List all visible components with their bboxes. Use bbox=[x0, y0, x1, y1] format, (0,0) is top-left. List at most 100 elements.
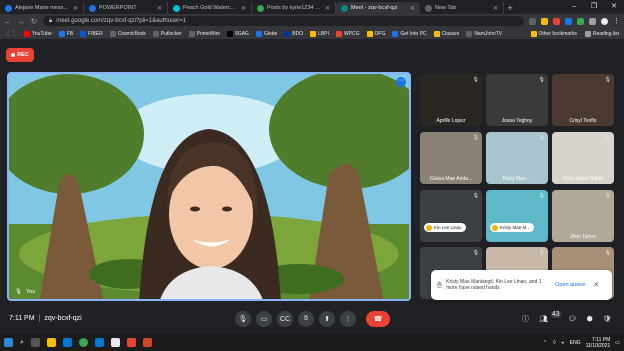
bookmark-item[interactable]: YouTube bbox=[24, 30, 52, 37]
blue-extension-icon[interactable] bbox=[565, 17, 572, 25]
tab-close-icon[interactable]: ✕ bbox=[325, 5, 330, 12]
camera-extension-icon[interactable] bbox=[529, 17, 536, 25]
browser-tab[interactable]: POWERPOINT ✕ bbox=[84, 2, 168, 14]
present-button[interactable]: ⬆ bbox=[319, 311, 335, 327]
more-options-button[interactable]: ⋮ bbox=[340, 311, 356, 327]
bookmark-item[interactable]: LBPI bbox=[310, 30, 329, 37]
meeting-time: 7:11 PM bbox=[9, 315, 35, 322]
apps-icon[interactable]: ⋮⋮ bbox=[5, 30, 17, 37]
participant-tile[interactable]: 🎙︎ Kin Lee Linao bbox=[420, 190, 482, 242]
participant-tile[interactable]: 🎙︎ Josua Teghoy bbox=[486, 74, 548, 126]
bookmark-item[interactable]: OFG bbox=[366, 30, 385, 37]
browser-tab[interactable]: New Tab ✕ bbox=[420, 2, 504, 14]
close-window-button[interactable]: ✕ bbox=[604, 0, 624, 14]
acrobat-icon[interactable] bbox=[126, 338, 136, 347]
avatar bbox=[426, 224, 432, 231]
reload-icon[interactable]: ↻ bbox=[30, 17, 38, 26]
muted-mic-icon: 🎙︎ bbox=[538, 250, 545, 256]
bookmark-item[interactable]: 9GAG bbox=[227, 30, 249, 37]
tab-close-icon[interactable]: ✕ bbox=[241, 5, 246, 12]
bookmark-favicon-icon bbox=[284, 30, 291, 37]
bookmark-item[interactable]: Putlocker bbox=[152, 30, 182, 37]
more-options-icon[interactable]: ⋯ bbox=[396, 77, 406, 87]
leave-call-button[interactable]: ☎ bbox=[366, 311, 390, 327]
browser-tab[interactable]: Alejane Marie messaged Y✕ bbox=[0, 2, 84, 14]
participant-tile[interactable]: 🎙︎ Crisyl Teoflo bbox=[552, 74, 614, 126]
minimize-button[interactable]: – bbox=[564, 0, 584, 14]
info-icon[interactable]: ⓘ bbox=[522, 314, 529, 324]
tab-close-icon[interactable]: ✕ bbox=[410, 5, 415, 12]
microphone-button[interactable]: 🎙︎ bbox=[235, 311, 251, 327]
restore-button[interactable]: ❐ bbox=[584, 0, 604, 14]
windows-start-icon[interactable] bbox=[4, 338, 13, 347]
chat-icon[interactable]: 💬︎ bbox=[568, 315, 577, 323]
close-icon[interactable]: ✕ bbox=[593, 281, 599, 289]
edge-icon[interactable] bbox=[62, 338, 72, 347]
activities-icon[interactable]: ⬢ bbox=[587, 315, 593, 323]
volume-icon[interactable]: 🔈︎ bbox=[562, 340, 565, 346]
tab-close-icon[interactable]: ✕ bbox=[73, 5, 78, 12]
muted-mic-icon: 🎙︎ bbox=[472, 250, 479, 256]
captions-button[interactable]: CC bbox=[277, 311, 293, 327]
tab-title: New Tab bbox=[435, 5, 457, 11]
bookmark-item[interactable]: CosmicBook bbox=[109, 30, 146, 37]
camera-button[interactable]: ▭ bbox=[256, 311, 272, 327]
main-video[interactable]: ⋯ 🎙︎ You bbox=[7, 72, 411, 301]
bookmark-item[interactable]: PrimeWire bbox=[188, 30, 220, 37]
profile-avatar[interactable] bbox=[601, 17, 608, 25]
rec-label: REC bbox=[17, 52, 29, 58]
reading-list[interactable]: Reading list bbox=[584, 30, 619, 37]
language-indicator[interactable]: ENG bbox=[570, 340, 581, 346]
kebab-menu-icon[interactable]: ⋮ bbox=[613, 17, 620, 25]
browser-tab[interactable]: Meet - zqv-bcxf-qzi ✕ bbox=[336, 2, 420, 14]
bookmark-item[interactable]: FB bbox=[58, 30, 73, 37]
participant-tile[interactable]: 🎙︎ Ruby Mae ... bbox=[486, 132, 548, 184]
tab-title: Alejane Marie messaged Y bbox=[15, 5, 70, 11]
back-arrow-icon[interactable]: ← bbox=[4, 17, 12, 26]
participant-tile[interactable]: 🎙︎ Kristy Mae M... bbox=[486, 190, 548, 242]
mic-icon: 🎙︎ bbox=[15, 289, 22, 295]
file-explorer-icon[interactable] bbox=[46, 338, 56, 347]
raise-hand-button[interactable]: ✋︎ bbox=[298, 311, 314, 327]
forward-arrow-icon[interactable]: → bbox=[17, 17, 25, 26]
host-controls-icon[interactable]: 🛡︎ bbox=[603, 315, 612, 323]
new-tab-button[interactable]: + bbox=[504, 2, 516, 14]
store-icon[interactable] bbox=[94, 338, 104, 347]
bookmark-item[interactable]: BDO bbox=[284, 30, 303, 37]
bookmark-item[interactable]: Get Into PC bbox=[392, 30, 427, 37]
participant-name: Glaisa Mae Anda... bbox=[429, 176, 473, 182]
bookmark-item[interactable]: Classes bbox=[433, 30, 459, 37]
clock[interactable]: 7:11 PM 11/10/2021 bbox=[586, 337, 611, 349]
tab-close-icon[interactable]: ✕ bbox=[157, 5, 162, 12]
participant-tile[interactable]: 🎙︎ Aprille Lopez bbox=[420, 74, 482, 126]
other-bookmarks[interactable]: Other bookmarks bbox=[530, 30, 577, 37]
puzzle-icon[interactable] bbox=[589, 17, 596, 25]
open-queue-button[interactable]: Open queue bbox=[555, 282, 585, 288]
muted-mic-icon: 🎙︎ bbox=[604, 250, 611, 256]
wifi-icon[interactable]: ⌔ bbox=[552, 340, 557, 346]
participant-tile[interactable]: 🎙︎ Jhon Taneo bbox=[552, 190, 614, 242]
bookmark-item[interactable]: Globe bbox=[255, 30, 277, 37]
participant-tile[interactable]: 🎙︎ Glaisa Mae Anda... bbox=[420, 132, 482, 184]
participant-tile[interactable]: 🎙︎ Dars Javier Bakal bbox=[552, 132, 614, 184]
chrome-icon[interactable] bbox=[78, 338, 88, 347]
bookmark-label: CosmicBook bbox=[117, 30, 146, 37]
task-view-icon[interactable] bbox=[30, 338, 40, 347]
mail-icon[interactable] bbox=[110, 338, 120, 347]
tab-title: POWERPOINT bbox=[99, 5, 137, 11]
star-icon[interactable] bbox=[541, 17, 548, 25]
notifications-icon[interactable]: ▭ bbox=[615, 340, 620, 346]
people-icon[interactable]: 👥︎43 bbox=[539, 311, 561, 323]
red-extension-icon[interactable] bbox=[553, 17, 560, 25]
bookmark-item[interactable]: NamJohnTV bbox=[466, 30, 502, 37]
address-bar[interactable]: 🔒︎ meet.google.com/zqv-bcxf-qzi?pli=1&au… bbox=[43, 16, 524, 26]
browser-tab[interactable]: Peach Gold Watercolor Plu✕ bbox=[168, 2, 252, 14]
browser-tab[interactable]: Posts by kyrie1234 — Stee✕ bbox=[252, 2, 336, 14]
powerpoint-icon[interactable] bbox=[142, 338, 152, 347]
tray-arrow-icon[interactable]: ⌃ bbox=[543, 340, 547, 346]
bookmark-item[interactable]: FIBER bbox=[80, 30, 103, 37]
green-extension-icon[interactable] bbox=[577, 17, 584, 25]
search-icon[interactable]: ⌕ bbox=[20, 339, 24, 347]
bookmark-item[interactable]: WPCG bbox=[335, 30, 360, 37]
tab-close-icon[interactable]: ✕ bbox=[493, 5, 498, 12]
